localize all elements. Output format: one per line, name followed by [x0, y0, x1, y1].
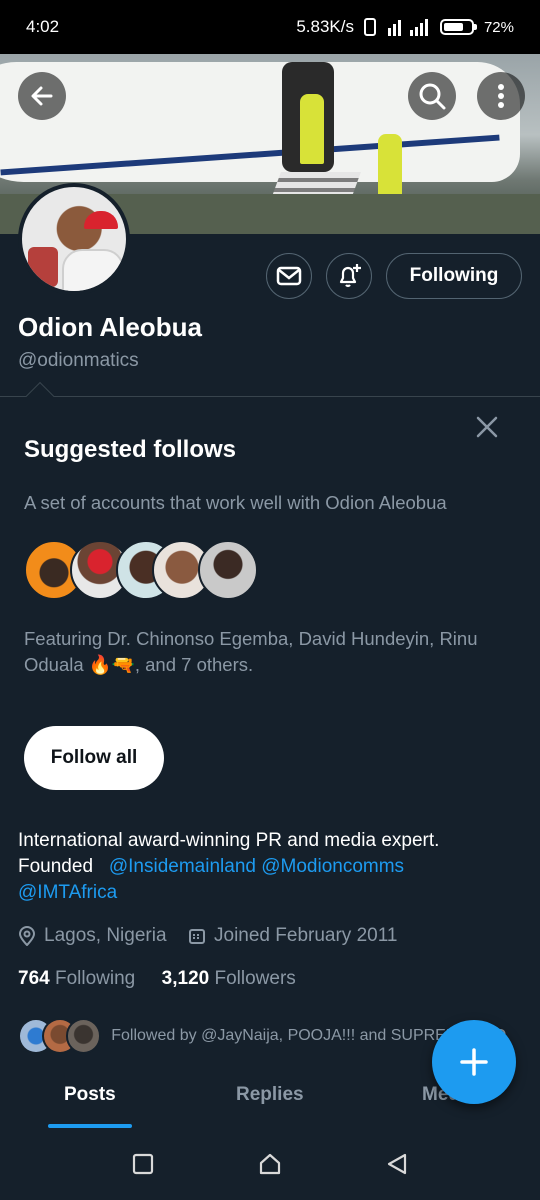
- joined-date: Joined February 2011: [188, 925, 397, 947]
- search-icon: [419, 83, 446, 110]
- following-button-label: Following: [409, 265, 499, 286]
- suggested-caret: [25, 381, 55, 411]
- tab-posts[interactable]: Posts: [64, 1084, 116, 1106]
- profile-avatar[interactable]: [18, 183, 130, 295]
- net-speed: 5.83K/s: [296, 17, 354, 36]
- more-vertical-icon: [498, 84, 504, 108]
- suggested-avatar[interactable]: [198, 540, 258, 600]
- following-button[interactable]: Following: [386, 253, 522, 299]
- following-label: Following: [54, 968, 136, 989]
- battery-icon: [439, 19, 477, 35]
- plus-icon: [460, 1048, 488, 1076]
- suggested-subtitle: A set of accounts that work well with Od…: [24, 492, 447, 513]
- notifications-button[interactable]: [326, 253, 372, 299]
- envelope-icon: [276, 266, 302, 286]
- bio-founded: Founded: [18, 856, 94, 877]
- suggested-title: Suggested follows: [24, 436, 237, 463]
- location: Lagos, Nigeria: [18, 925, 167, 947]
- signal-icon: [387, 19, 428, 36]
- status-time: 4:02: [26, 17, 60, 36]
- search-button[interactable]: [408, 72, 456, 120]
- suggested-divider: [0, 396, 540, 397]
- bio-link-imtafrica[interactable]: @IMTAfrica: [18, 882, 117, 903]
- followers-count: 3,120: [161, 968, 210, 989]
- close-suggested-button[interactable]: [470, 410, 504, 444]
- arrow-left-icon: [31, 86, 53, 106]
- nav-back-icon[interactable]: [386, 1152, 408, 1176]
- profile-handle: @odionmatics: [18, 350, 139, 371]
- tab-replies[interactable]: Replies: [236, 1084, 304, 1106]
- calendar-icon: [189, 929, 205, 944]
- more-options-button[interactable]: [477, 72, 525, 120]
- bio-link-modioncomms[interactable]: @Modioncomms: [261, 856, 404, 877]
- joined-text: Joined February 2011: [214, 925, 398, 946]
- back-button[interactable]: [18, 72, 66, 120]
- following-stat[interactable]: 764 Following: [18, 968, 135, 989]
- bell-plus-icon: [339, 264, 361, 288]
- compose-post-button[interactable]: [432, 1020, 516, 1104]
- follow-stats: 764 Following 3,120 Followers: [18, 968, 296, 990]
- profile-name: Odion Aleobua: [18, 312, 202, 342]
- recents-icon[interactable]: [132, 1153, 154, 1175]
- status-bar: 4:02 5.83K/s 72%: [0, 0, 540, 54]
- suggested-avatars[interactable]: [24, 540, 264, 600]
- followers-label: Followers: [214, 968, 296, 989]
- suggested-featuring: Featuring Dr. Chinonso Egemba, David Hun…: [24, 628, 478, 675]
- location-pin-icon: [18, 926, 36, 946]
- followers-stat[interactable]: 3,120 Followers: [162, 968, 296, 989]
- profile-bio: International award-winning PR and media…: [18, 828, 528, 906]
- following-count: 764: [18, 968, 50, 989]
- phone-icon: [363, 18, 376, 36]
- close-icon: [476, 416, 498, 438]
- bio-line: International award-winning PR and media…: [18, 830, 440, 851]
- message-button[interactable]: [266, 253, 312, 299]
- battery-level: 72%: [483, 18, 514, 36]
- follow-all-button[interactable]: Follow all: [24, 726, 164, 790]
- location-text: Lagos, Nigeria: [44, 925, 167, 946]
- status-right: 5.83K/s 72%: [296, 17, 514, 37]
- system-nav-bar: [0, 1128, 540, 1200]
- bio-link-insidemainland[interactable]: @Insidemainland: [109, 856, 256, 877]
- follower-avatar: [65, 1018, 102, 1054]
- home-icon[interactable]: [258, 1152, 282, 1176]
